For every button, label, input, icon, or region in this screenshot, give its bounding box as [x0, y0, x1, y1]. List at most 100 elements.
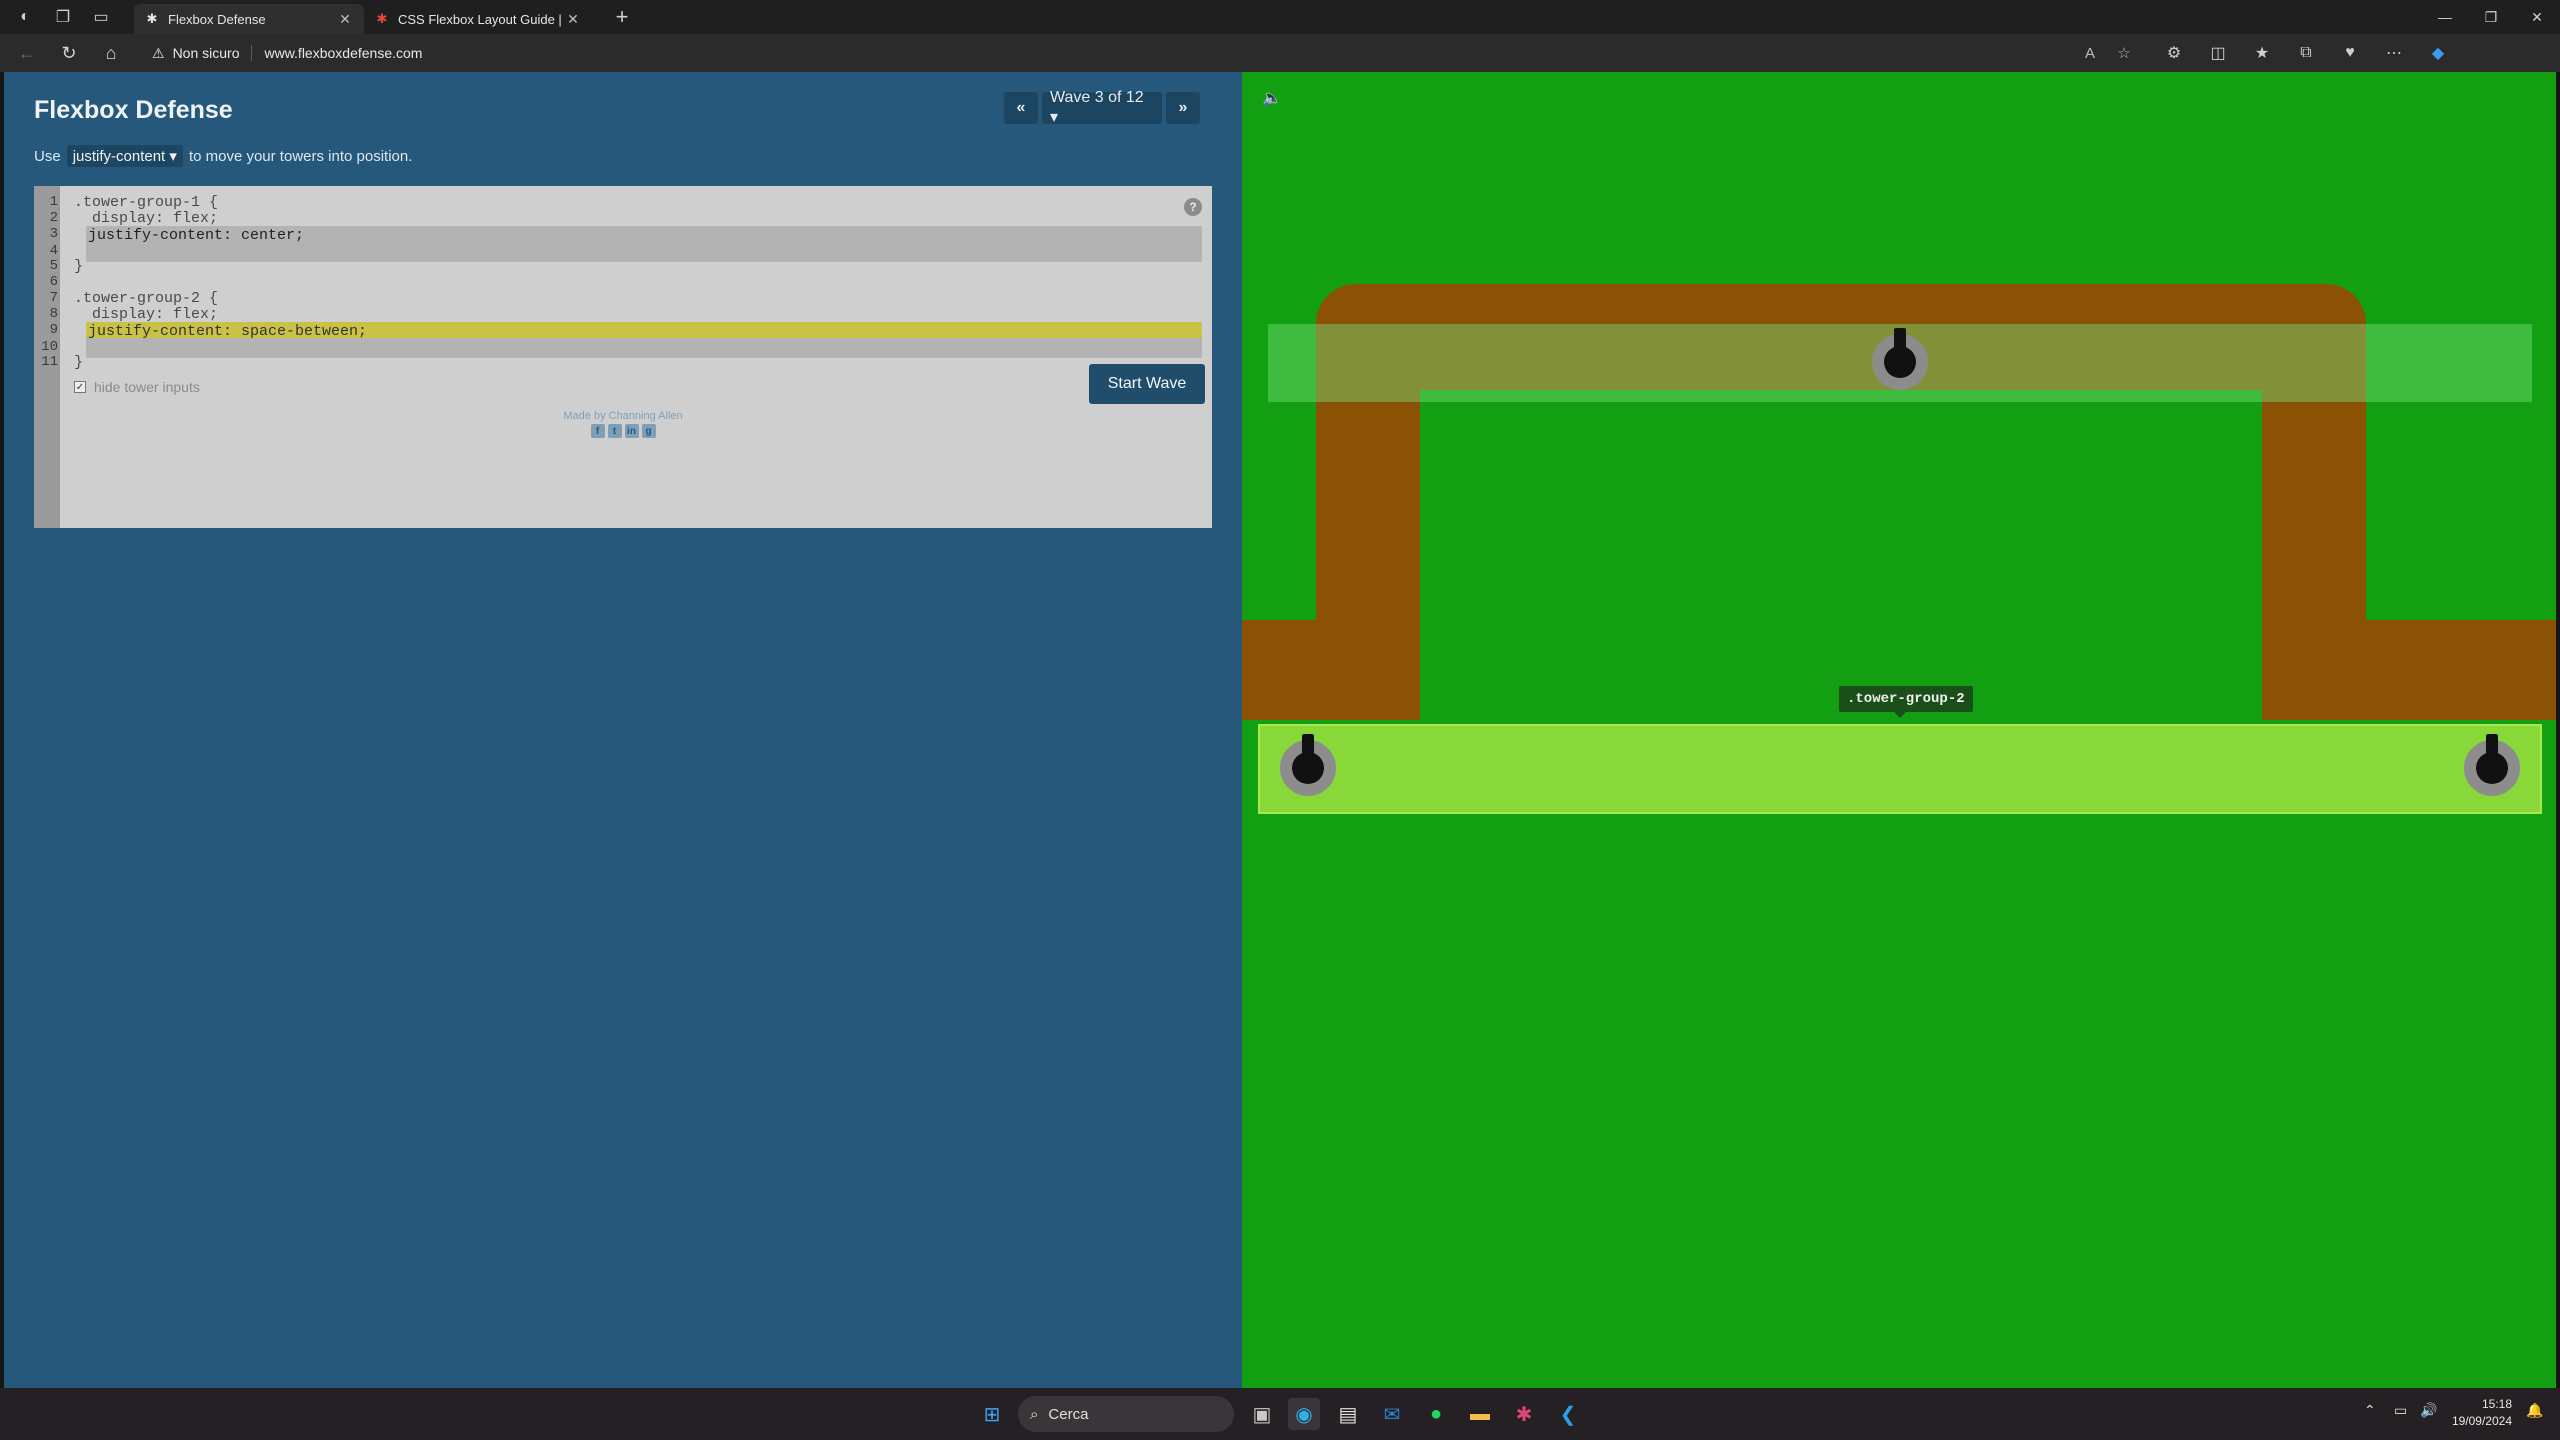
split-screen-icon[interactable]: ◫: [2204, 43, 2232, 63]
path-segment-exit: [2262, 620, 2556, 720]
start-wave-button[interactable]: Start Wave: [1089, 364, 1205, 404]
twitter-icon[interactable]: t: [607, 424, 622, 438]
volume-icon[interactable]: 🔊: [2420, 1402, 2437, 1419]
instruction-prefix: Use: [34, 147, 61, 165]
tower: [1280, 734, 1336, 796]
clock-date: 19/09/2024: [2451, 1414, 2512, 1428]
wave-navigation: « Wave 3 of 12 ▾ »: [1004, 89, 1200, 126]
minimize-button[interactable]: —: [2422, 0, 2468, 34]
tower-core: [1884, 346, 1916, 378]
line-number-gutter: 1 2 3 4 5 6 7 8 9 10 11: [34, 186, 60, 528]
line-number: 9: [49, 322, 58, 338]
hide-inputs-toggle[interactable]: ✓ hide tower inputs: [74, 379, 200, 395]
refresh-button[interactable]: ↻: [54, 38, 84, 68]
edge-browser-icon[interactable]: ◉: [1288, 1398, 1320, 1430]
linkedin-icon[interactable]: in: [624, 424, 639, 438]
clock-time: 15:18: [2481, 1397, 2512, 1411]
tower-group-2-input-2[interactable]: [86, 338, 1202, 358]
facebook-icon[interactable]: f: [590, 424, 605, 438]
tower-group-1-row: [1268, 324, 2532, 402]
outlook-icon[interactable]: ✉: [1376, 1398, 1408, 1430]
workspaces-icon[interactable]: ❐: [50, 4, 76, 30]
close-tab-icon[interactable]: ✕: [564, 11, 582, 28]
new-tab-button[interactable]: +: [608, 4, 636, 30]
github-icon[interactable]: g: [641, 424, 656, 438]
url-text: www.flexboxdefense.com: [264, 45, 423, 61]
performance-icon[interactable]: ♥: [2336, 44, 2364, 62]
code-closing-brace: }: [74, 354, 84, 371]
game-board: 🔈 .tower-group-2: [1242, 72, 2556, 1388]
address-bar-row: ← ↻ ⌂ ⚠ Non sicuro www.flexboxdefense.co…: [0, 34, 2560, 72]
property-keyword-dropdown[interactable]: justify-content ▾: [66, 145, 183, 167]
code-closing-brace: }: [74, 258, 84, 275]
more-menu-icon[interactable]: ⋯: [2380, 43, 2408, 63]
instruction-suffix: to move your towers into position.: [188, 147, 413, 165]
help-icon[interactable]: ?: [1184, 198, 1202, 216]
line-number: 8: [49, 306, 58, 322]
tooltip-arrow: [1894, 712, 1906, 718]
credit-text[interactable]: Made by Channing Allen: [4, 410, 1242, 422]
sound-toggle-icon[interactable]: 🔈: [1262, 88, 1282, 108]
file-explorer-icon[interactable]: ▬: [1464, 1398, 1496, 1430]
close-tab-icon[interactable]: ✕: [336, 11, 354, 28]
tower-group-1-input-2[interactable]: [86, 242, 1202, 262]
css-tricks-favicon-icon: ✱: [376, 11, 388, 26]
tab-css-tricks[interactable]: ✱ CSS Flexbox Layout Guide | CSS-T ✕: [364, 4, 592, 34]
tray-overflow-icon[interactable]: ⌃: [2364, 1402, 2376, 1419]
line-number: 4: [49, 243, 58, 259]
favorites-icon[interactable]: ★: [2248, 43, 2276, 63]
line-number: 3: [49, 226, 58, 242]
wave-selector[interactable]: Wave 3 of 12 ▾: [1042, 89, 1162, 126]
taskbar-search[interactable]: ⌕ Cerca: [1018, 1396, 1234, 1432]
read-aloud-icon[interactable]: A: [2078, 45, 2102, 62]
extensions-icon[interactable]: ⚙: [2160, 43, 2188, 63]
restore-button[interactable]: ❐: [2468, 0, 2514, 34]
code-selector-group-1: .tower-group-1 {: [74, 194, 219, 211]
vscode-icon[interactable]: ❮: [1552, 1398, 1584, 1430]
slack-icon[interactable]: ✱: [1508, 1398, 1540, 1430]
code-selector-group-2: .tower-group-2 {: [74, 290, 219, 307]
tower-group-tooltip: .tower-group-2: [1839, 686, 1973, 712]
home-button[interactable]: ⌂: [96, 38, 126, 68]
page-content: Flexbox Defense « Wave 3 of 12 ▾ » Use j…: [0, 72, 2560, 1388]
flexbox-defense-favicon-icon: ✱: [146, 11, 158, 26]
copilot-icon[interactable]: ◆: [2424, 43, 2452, 63]
system-clock[interactable]: 15:18 19/09/2024: [2442, 1396, 2512, 1430]
line-number: 11: [41, 354, 58, 370]
line-number: 10: [41, 339, 58, 355]
close-window-button[interactable]: ✕: [2514, 0, 2560, 34]
collections-icon[interactable]: ⧉: [2292, 44, 2320, 62]
notifications-icon[interactable]: 🔔: [2526, 1402, 2543, 1419]
tab-flexbox-defense[interactable]: ✱ Flexbox Defense ✕: [134, 4, 364, 34]
line-number: 7: [49, 290, 58, 306]
line-number: 1: [49, 194, 58, 210]
tower-group-2-row: [1258, 724, 2542, 814]
security-label[interactable]: Non sicuro: [173, 45, 253, 61]
store-icon[interactable]: ▤: [1332, 1398, 1364, 1430]
browser-tab-bar: ◐ ❐ ▭ ✱ Flexbox Defense ✕ ✱ CSS Flexbox …: [0, 0, 2560, 34]
next-wave-button[interactable]: »: [1166, 92, 1200, 124]
hide-inputs-checkbox[interactable]: ✓: [74, 381, 86, 393]
tab-actions-icon[interactable]: ▭: [88, 4, 114, 30]
profile-icon[interactable]: ◐: [12, 4, 38, 30]
code-display-flex: display: flex;: [74, 210, 219, 227]
previous-wave-button[interactable]: «: [1004, 92, 1038, 124]
tab-title: Flexbox Defense: [168, 11, 266, 27]
instruction-text: Use justify-content ▾ to move your tower…: [34, 145, 412, 167]
instructions-panel: Flexbox Defense « Wave 3 of 12 ▾ » Use j…: [4, 72, 1242, 1388]
tower: [2464, 734, 2520, 796]
url-field[interactable]: ⚠ Non sicuro www.flexboxdefense.com A ☆: [140, 38, 2150, 68]
social-links: f t in g: [4, 424, 1242, 438]
network-icon[interactable]: ▭: [2394, 1402, 2407, 1419]
path-segment-entry: [1242, 620, 1420, 720]
back-button[interactable]: ←: [12, 38, 42, 68]
windows-start-icon[interactable]: ⊞: [976, 1398, 1008, 1430]
line-number: 5: [49, 258, 58, 274]
favorite-star-icon[interactable]: ☆: [2112, 44, 2136, 62]
line-number: 6: [49, 274, 58, 290]
tab-title: CSS Flexbox Layout Guide | CSS-T: [398, 11, 564, 27]
spotify-icon[interactable]: ●: [1420, 1398, 1452, 1430]
code-display-flex: display: flex;: [74, 306, 219, 323]
task-view-icon[interactable]: ▣: [1246, 1398, 1278, 1430]
search-icon: ⌕: [1030, 1405, 1039, 1423]
